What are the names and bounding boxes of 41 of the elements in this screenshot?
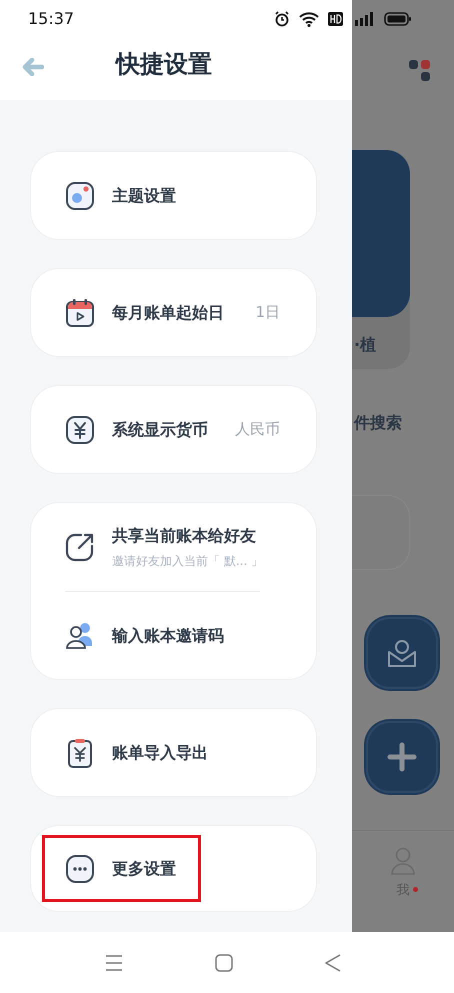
settings-item[interactable]: 每月账单起始日 1日 xyxy=(65,269,296,356)
item-label: 账单导入导出 xyxy=(112,742,208,764)
envelope-icon xyxy=(386,638,418,668)
app-logo-icon xyxy=(408,58,432,82)
item-label: 主题设置 xyxy=(112,184,176,206)
battery-icon xyxy=(384,12,412,26)
menu-icon[interactable] xyxy=(105,954,123,970)
settings-item[interactable]: 共享当前账本给好友 邀请好友加入当前「 默... 」 xyxy=(65,503,296,591)
back-icon[interactable] xyxy=(325,954,341,972)
theme-icon xyxy=(65,180,95,210)
wifi-icon xyxy=(299,11,320,27)
item-label: 系统显示货币 xyxy=(112,418,208,440)
item-label: 更多设置 xyxy=(112,858,176,880)
plus-icon xyxy=(387,742,417,772)
alarm-icon xyxy=(274,11,290,27)
settings-item[interactable]: 账单导入导出 xyxy=(65,709,296,796)
yen-icon xyxy=(65,414,95,444)
people-icon xyxy=(65,620,95,650)
hd-icon xyxy=(328,12,344,26)
status-time: 15:37 xyxy=(28,8,74,30)
card-caption: ·植 xyxy=(354,334,376,356)
home-icon[interactable] xyxy=(215,954,233,972)
item-value: 1日 xyxy=(255,302,281,324)
item-value: 人民币 xyxy=(235,419,281,440)
add-button[interactable] xyxy=(366,721,438,793)
share-icon xyxy=(65,532,95,562)
more-icon xyxy=(65,854,95,884)
settings-item[interactable]: 系统显示货币 人民币 xyxy=(65,386,296,473)
calendar-icon xyxy=(65,298,95,328)
item-subtitle: 邀请好友加入当前「 默... 」 xyxy=(112,553,264,570)
clipboard-yen-icon xyxy=(65,738,95,768)
settings-item[interactable]: 主题设置 xyxy=(65,152,296,239)
signal-icon xyxy=(354,11,374,27)
item-label: 每月账单起始日 xyxy=(112,302,224,324)
drawer-title: 快捷设置 xyxy=(116,52,212,76)
settings-item[interactable]: 输入账本邀请码 xyxy=(65,592,296,679)
item-label: 输入账本邀请码 xyxy=(112,624,224,646)
settings-item[interactable]: 更多设置 xyxy=(45,838,198,899)
search-label: 件搜索 xyxy=(354,412,402,434)
item-label: 共享当前账本给好友 xyxy=(112,525,257,547)
envelope-button[interactable] xyxy=(366,617,438,689)
